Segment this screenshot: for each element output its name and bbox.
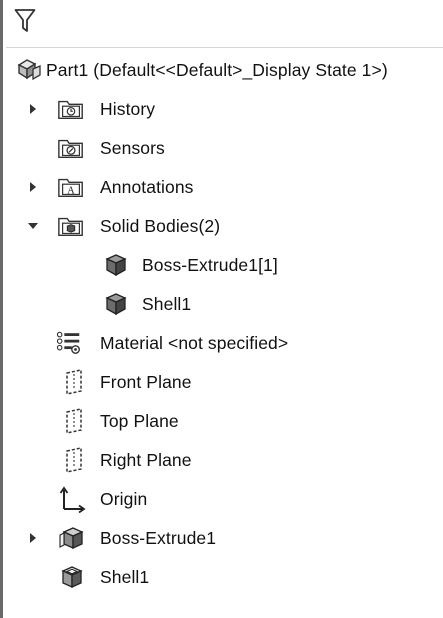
tree-item-shell-feature[interactable]: Shell1 (3, 559, 443, 595)
plane-icon (60, 446, 88, 474)
tree-item-history[interactable]: History (3, 91, 443, 127)
tree-root-label: Part1 (Default<<Default>_Display State 1… (46, 59, 388, 80)
expand-arrow-icon[interactable] (26, 180, 40, 194)
tree-item-solid-bodies[interactable]: Solid Bodies(2) (3, 208, 443, 244)
plane-icon (60, 407, 88, 435)
tree-item-origin[interactable]: Origin (3, 481, 443, 517)
tree-item-label: Top Plane (100, 410, 179, 431)
shell-feature-icon (58, 563, 86, 591)
extrude-feature-icon (58, 524, 86, 552)
tree-item-label: History (100, 98, 156, 119)
annotations-folder-icon: A (57, 173, 85, 201)
tree-root-part[interactable]: Part1 (Default<<Default>_Display State 1… (3, 52, 443, 88)
solid-bodies-folder-icon (57, 212, 85, 240)
solid-body-icon (102, 251, 130, 279)
svg-text:A: A (67, 186, 75, 197)
filter-bar (6, 0, 443, 48)
tree-item-label: Solid Bodies(2) (100, 215, 221, 236)
tree-item-boss-extrude[interactable]: Boss-Extrude1 (3, 520, 443, 556)
tree-item-label: Origin (100, 488, 148, 509)
part-icon (15, 56, 43, 84)
tree-item-body-shell[interactable]: Shell1 (3, 286, 443, 322)
expand-arrow-icon[interactable] (26, 531, 40, 545)
collapse-arrow-icon[interactable] (26, 219, 40, 233)
tree-item-label: Boss-Extrude1[1] (142, 254, 278, 275)
tree-item-top-plane[interactable]: Top Plane (3, 403, 443, 439)
sensors-folder-icon (57, 134, 85, 162)
tree-item-label: Right Plane (100, 449, 192, 470)
tree-item-label: Material <not specified> (100, 332, 289, 353)
tree-item-material[interactable]: Material <not specified> (3, 325, 443, 361)
history-folder-icon (57, 95, 85, 123)
tree-item-label: Sensors (100, 137, 165, 158)
tree-item-label: Shell1 (100, 566, 150, 587)
plane-icon (60, 368, 88, 396)
tree-item-right-plane[interactable]: Right Plane (3, 442, 443, 478)
expand-arrow-icon[interactable] (26, 102, 40, 116)
tree-item-front-plane[interactable]: Front Plane (3, 364, 443, 400)
tree-item-label: Shell1 (142, 293, 192, 314)
tree-item-body-boss-extrude[interactable]: Boss-Extrude1[1] (3, 247, 443, 283)
tree-item-label: Annotations (100, 176, 194, 197)
tree-item-annotations[interactable]: A Annotations (3, 169, 443, 205)
tree-item-sensors[interactable]: Sensors (3, 130, 443, 166)
tree-item-label: Front Plane (100, 371, 192, 392)
solid-body-icon (102, 290, 130, 318)
tree-item-label: Boss-Extrude1 (100, 527, 217, 548)
origin-icon (58, 485, 86, 513)
feature-manager-panel: Part1 (Default<<Default>_Display State 1… (0, 0, 443, 618)
filter-icon[interactable] (12, 6, 38, 36)
material-icon (55, 329, 83, 357)
